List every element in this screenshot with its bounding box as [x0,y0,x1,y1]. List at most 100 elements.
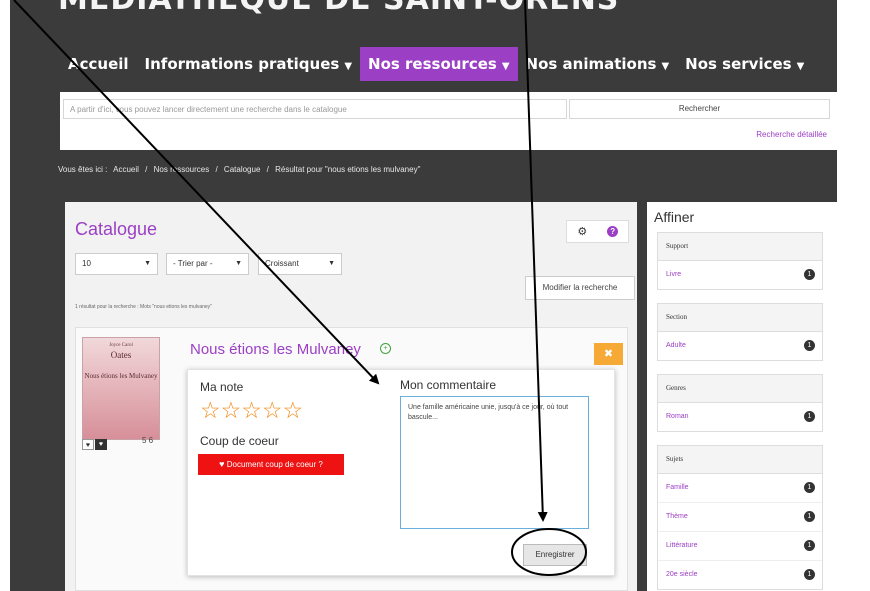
modify-search-button[interactable]: Modifier la recherche [525,276,635,300]
breadcrumb-current: Résultat pour "nous etions les mulvaney" [275,165,421,174]
facet-heading: Genres [658,375,822,403]
close-button[interactable]: ✖ [594,343,623,365]
facet-support: Support Livre 1 [657,232,823,290]
count-badge: 1 [804,482,815,493]
nav-label: Nos ressources [368,55,497,73]
heart-icon: ♥ [219,459,225,469]
caret-down-icon: ▼ [501,61,510,72]
facet-item[interactable]: Famille 1 [658,474,822,503]
caret-down-icon: ▼ [661,61,670,72]
select-value: Croissant [265,259,299,268]
count-badge: 1 [804,511,815,522]
breadcrumb-item[interactable]: Nos ressources [154,165,210,174]
facet-item[interactable]: 20e siècle 1 [658,561,822,589]
heart-icon[interactable]: ♥ [82,439,94,450]
facet-item-label: Littérature [666,542,698,549]
advanced-search-link[interactable]: Recherche détaillée [756,130,827,139]
facet-item-label: Roman [666,413,689,420]
panel-tools: ⚙ ? [566,220,629,243]
main-nav: Accueil Informations pratiques ▼ Nos ress… [60,47,812,81]
select-value: 10 [82,259,91,268]
chevron-down-icon: ▼ [328,260,335,267]
search-button[interactable]: Rechercher [569,99,830,119]
nav-item-informations-pratiques[interactable]: Informations pratiques ▼ [137,47,360,81]
rating-label: Ma note [200,380,244,394]
count-badge: 1 [804,269,815,280]
chevron-down-icon: ▼ [144,260,151,267]
search-input[interactable]: A partir d'ici, vous pouvez lancer direc… [63,99,567,119]
gear-icon[interactable]: ⚙ [567,221,598,242]
facet-sujets: Sujets Famille 1 Thème 1 Littérature 1 20e … [657,445,823,590]
favorite-button[interactable]: ♥ Document coup de coeur ? [198,454,344,475]
star-rating[interactable]: ☆☆☆☆☆ [200,398,303,422]
facet-heading: Sujets [658,446,822,474]
help-icon: ? [607,226,619,237]
facet-item-label: Adulte [666,342,686,349]
catalogue-panel: Catalogue ⚙ ? 10 ▼ - Trier par - ▼ Croissa… [65,202,637,591]
facet-item[interactable]: Adulte 1 [658,332,822,360]
book-actions: ♥ ♥ [82,439,108,450]
facet-item[interactable]: Roman 1 [658,403,822,431]
page-title: Catalogue [75,219,158,239]
book-cover-title: Nous étions les Mulvaney [84,372,158,380]
breadcrumb-separator: / [266,165,269,174]
nav-label: Nos animations [525,55,657,73]
facet-item[interactable]: Livre 1 [658,261,822,289]
nav-item-nos-ressources[interactable]: Nos ressources ▼ [360,47,518,81]
breadcrumb-separator: / [145,165,148,174]
caret-down-icon: ▼ [344,61,353,72]
rating-popup: Ma note ☆☆☆☆☆ Coup de coeur ♥ Document c… [187,369,615,576]
breadcrumb-separator: / [215,165,218,174]
comment-label: Mon commentaire [400,378,497,392]
sort-select[interactable]: - Trier par - ▼ [166,253,249,275]
heart-filled-icon[interactable]: ♥ [95,439,107,450]
facet-item-label: Livre [666,271,682,278]
breadcrumb: Vous êtes ici : Accueil / Nos ressources… [58,165,424,174]
facet-item[interactable]: Littérature 1 [658,532,822,561]
count-badge: 1 [804,340,815,351]
favorite-button-label: Document coup de coeur ? [226,460,323,469]
breadcrumb-item[interactable]: Catalogue [224,165,260,174]
results-count: 1 résultat pour la recherche : Mots "nou… [75,304,212,310]
search-area: A partir d'ici, vous pouvez lancer direc… [60,92,837,150]
nav-label: Accueil [68,55,129,73]
breadcrumb-prefix: Vous êtes ici : [58,165,108,174]
facet-item-label: Thème [666,513,688,520]
site-title: MÉDIATHÈQUE DE SAINT-ORENS [58,0,619,17]
per-page-select[interactable]: 10 ▼ [75,253,158,275]
facet-item-label: Famille [666,484,689,491]
facet-section: Section Adulte 1 [657,303,823,361]
refine-title: Affiner [654,209,695,225]
book-cover-author-last: Oates [110,350,132,360]
count-badge: 1 [804,411,815,422]
help-button[interactable]: ? [598,221,629,242]
book-cover[interactable]: Joyce Carol Oates Nous étions les Mulvan… [82,337,160,440]
nav-label: Informations pratiques [144,55,340,73]
facet-heading: Section [658,304,822,332]
close-icon: ✖ [603,348,614,360]
select-value: - Trier par - [173,259,213,268]
facet-item[interactable]: Thème 1 [658,503,822,532]
comment-textarea[interactable]: Une famille américaine unie, jusqu'à ce … [400,396,589,529]
book-year-badge: 5 6 [142,436,154,445]
nav-item-accueil[interactable]: Accueil [60,47,137,81]
nav-item-nos-services[interactable]: Nos services ▼ [677,47,812,81]
facet-item-label: 20e siècle [666,571,698,578]
result-title[interactable]: Nous étions les Mulvaney [190,341,361,358]
refine-sidebar: Affiner Support Livre 1 Section Adulte 1 G… [647,202,837,591]
favorite-label: Coup de coeur [200,434,279,448]
count-badge: 1 [804,569,815,580]
count-badge: 1 [804,540,815,551]
breadcrumb-item[interactable]: Accueil [113,165,139,174]
facet-genres: Genres Roman 1 [657,374,823,432]
book-cover-author-first: Joyce Carol [109,343,133,348]
chevron-down-icon: ▼ [235,260,242,267]
nav-label: Nos services [685,55,792,73]
plus-circle-icon[interactable]: + [380,343,391,354]
save-button[interactable]: Enregistrer [523,544,587,566]
facet-heading: Support [658,233,822,261]
browser-frame: MÉDIATHÈQUE DE SAINT-ORENS Accueil Infor… [10,0,837,591]
order-select[interactable]: Croissant ▼ [258,253,342,275]
caret-down-icon: ▼ [796,61,805,72]
nav-item-nos-animations[interactable]: Nos animations ▼ [518,47,678,81]
